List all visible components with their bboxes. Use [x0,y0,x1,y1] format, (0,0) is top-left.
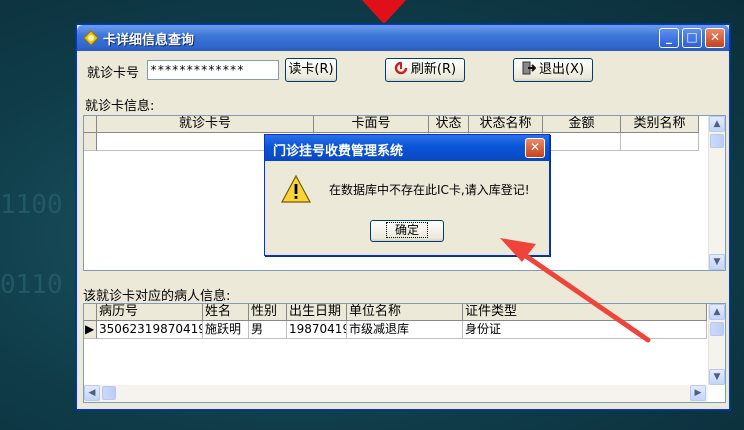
message-dialog: 门诊挂号收费管理系统 ✕ 在数据库中不存在此IC卡,请入库登记! 确定 [264,134,550,256]
vertical-scrollbar[interactable]: ▲ ▼ [708,116,725,270]
scroll-down-icon[interactable]: ▼ [709,254,725,270]
close-button[interactable]: ✕ [705,28,725,48]
column-header[interactable]: 姓名 [203,304,249,321]
column-header[interactable]: 金额 [543,116,621,133]
warning-icon [281,175,311,203]
exit-button[interactable]: 退出(X) [513,58,593,82]
horizontal-scrollbar[interactable]: ◀ ▶ [84,385,708,402]
table-cell[interactable]: 男 [249,321,287,339]
card-grid-header: 就诊卡号 卡面号 状态 状态名称 金额 类别名称 [84,116,699,133]
card-info-label: 就诊卡信息: [85,99,155,114]
read-card-button[interactable]: 读卡(R) [285,58,337,82]
column-header[interactable]: 单位名称 [347,304,463,321]
column-header[interactable]: 类别名称 [621,116,699,133]
app-icon [83,30,99,46]
column-header[interactable]: 状态名称 [469,116,543,133]
column-header[interactable]: 证件类型 [463,304,707,321]
grid-corner [84,304,97,321]
minimize-button[interactable]: _ [659,28,679,48]
ok-label: 确定 [385,222,428,238]
card-number-input[interactable]: ************* [147,60,279,80]
grid-corner [84,116,97,133]
scroll-left-icon[interactable]: ◀ [84,385,100,401]
table-cell[interactable]: 19870419 [287,321,347,339]
scroll-down-icon[interactable]: ▼ [709,369,725,385]
exit-label: 退出(X) [538,62,585,77]
refresh-icon [394,61,408,75]
patient-info-label: 该就诊卡对应的病人信息: [83,289,231,304]
card-number-label: 就诊卡号 [87,66,140,81]
ok-button[interactable]: 确定 [370,220,444,242]
column-header[interactable]: 卡面号 [314,116,429,133]
scroll-right-icon[interactable]: ▶ [690,385,706,401]
dialog-close-button[interactable]: ✕ [525,138,545,158]
column-header[interactable]: 出生日期 [287,304,347,321]
scroll-thumb[interactable] [710,322,724,336]
table-cell[interactable]: 35062319870419C [97,321,203,339]
refresh-button[interactable]: 刷新(R) [385,58,465,82]
heart-logo [361,0,407,24]
window-title: 卡详细信息查询 [103,33,195,48]
table-cell[interactable] [543,133,621,151]
dialog-title: 门诊挂号收费管理系统 [273,144,404,159]
row-indicator [84,133,97,151]
exit-icon [522,61,536,75]
background-digits: 0110 [0,270,63,300]
background-digits: 1100 [0,190,63,220]
scroll-up-icon[interactable]: ▲ [709,304,725,320]
column-header[interactable]: 性别 [249,304,287,321]
patient-grid-header: 病历号 姓名 性别 出生日期 单位名称 证件类型 [84,304,707,321]
table-cell[interactable]: 施跃明 [203,321,249,339]
refresh-label: 刷新(R) [410,62,457,77]
scroll-up-icon[interactable]: ▲ [709,116,725,132]
column-header[interactable]: 状态 [429,116,469,133]
table-row[interactable]: ▶ 35062319870419C 施跃明 男 19870419 市级减退库 身… [84,321,707,339]
table-cell[interactable]: 身份证 [463,321,707,339]
scroll-thumb[interactable] [102,386,116,400]
table-cell[interactable]: 市级减退库 [347,321,463,339]
column-header[interactable]: 就诊卡号 [97,116,314,133]
patient-info-grid[interactable]: 病历号 姓名 性别 出生日期 单位名称 证件类型 ▶ 3506231987041… [83,303,726,403]
window-titlebar[interactable]: 卡详细信息查询 _ □ ✕ [77,25,729,51]
maximize-button[interactable]: □ [682,28,702,48]
dialog-message: 在数据库中不存在此IC卡,请入库登记! [329,183,530,197]
row-indicator-icon: ▶ [84,321,97,339]
dialog-titlebar[interactable]: 门诊挂号收费管理系统 ✕ [265,135,549,161]
scroll-thumb[interactable] [710,134,724,148]
table-cell[interactable] [621,133,699,151]
vertical-scrollbar[interactable]: ▲ ▼ [708,304,725,385]
column-header[interactable]: 病历号 [97,304,203,321]
